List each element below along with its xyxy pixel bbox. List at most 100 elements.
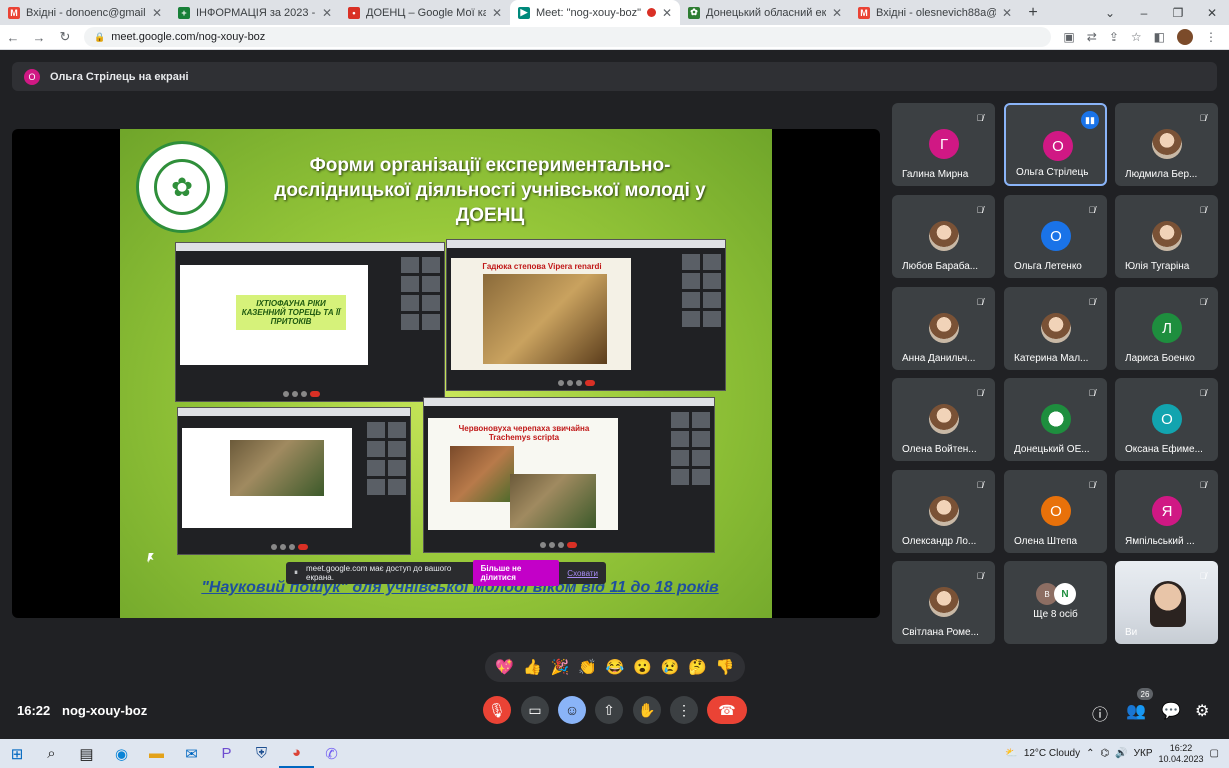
more-options-button[interactable]: ⋮ [670,696,698,724]
tab-favicon-icon: + [178,6,190,19]
taskbar-clock[interactable]: 16:22 10.04.2023 [1159,743,1204,765]
tray-chevron-icon[interactable]: ⌃ [1086,748,1094,759]
tab-search-icon[interactable]: ⌄ [1093,6,1127,20]
browser-tab[interactable]: • ДОЕНЦ – Google Мої карти ✕ [340,0,510,25]
reaction-emoji-button[interactable]: 😮 [633,658,652,676]
participant-tile[interactable]: О ▮▮ Ольга Стрілець [1004,103,1107,186]
reaction-emoji-button[interactable]: 😂 [606,658,625,676]
viber-icon[interactable]: ✆ [314,739,349,768]
reaction-emoji-button[interactable]: 👍 [523,658,542,676]
participant-tile[interactable]: 🎙̸ Катерина Мал... [1004,287,1107,370]
translate-icon[interactable]: ⇄ [1087,30,1097,44]
browser-menu-icon[interactable]: ⋮ [1205,30,1217,44]
forward-icon[interactable]: → [26,30,52,45]
slide-screenshot-3 [177,407,411,555]
drag-handle-icon[interactable]: ⏸ [294,568,298,578]
recording-icon [646,8,656,17]
security-shield-icon[interactable]: ⛨ [244,739,279,768]
reaction-emoji-button[interactable]: 👏 [578,658,597,676]
close-tab-icon[interactable]: ✕ [832,6,842,20]
hide-link[interactable]: Сховати [567,569,598,578]
presenter-banner: О Ольга Стрілець на екрані [12,62,1217,91]
muted-mic-icon: 🎙̸ [1199,297,1207,307]
reaction-emoji-button[interactable]: 💖 [495,658,514,676]
reaction-emoji-button[interactable]: 🎉 [551,658,570,676]
notifications-icon[interactable]: ▢ [1210,748,1219,759]
participant-tile[interactable]: 🎙̸ Світлана Роме... [892,561,995,644]
windows-start-icon[interactable]: ⊞ [0,739,34,768]
chrome-icon[interactable]: ◕ [279,739,314,768]
participant-name: Олександр Ло... [902,536,977,547]
participant-tile[interactable]: 🎙̸ Олена Войтен... [892,378,995,461]
new-tab-button[interactable]: + [1020,0,1046,25]
participant-tile[interactable]: В N Ще 8 осіб [1004,561,1107,644]
tab-title: ІНФОРМАЦІЯ за 2023 - Google [196,6,316,19]
browser-tab[interactable]: + ІНФОРМАЦІЯ за 2023 - Google ✕ [170,0,340,25]
participant-avatar: О [1043,131,1073,161]
browser-tab[interactable]: M Вхідні - olesnevich88a@gmail.co ✕ [850,0,1020,25]
participant-name: Людмила Бер... [1125,169,1198,180]
stop-sharing-button[interactable]: Більше не ділитися [472,560,560,586]
participant-tile[interactable]: 🎙̸ Донецький ОЕ... [1004,378,1107,461]
network-icon[interactable]: ⌬ [1100,748,1109,759]
participant-tile[interactable]: 🎙̸ Анна Данильч... [892,287,995,370]
reload-icon[interactable]: ↻ [52,29,78,45]
file-explorer-icon[interactable]: ▬ [139,739,174,768]
participant-tile[interactable]: 🎙̸ Юлія Тугаріна [1115,195,1218,278]
raise-hand-button[interactable]: ✋ [633,696,661,724]
participant-tile[interactable]: 🎙̸ Олександр Ло... [892,470,995,553]
chat-icon[interactable]: 💬 [1161,701,1181,721]
bookmark-star-icon[interactable]: ☆ [1131,30,1142,44]
end-call-button[interactable]: ☎ [707,696,747,724]
browser-tab[interactable]: ▶ Meet: "nog-xouy-boz" ✕ [510,0,680,25]
participant-tile[interactable]: 🎙̸ Людмила Бер... [1115,103,1218,186]
participant-tile[interactable]: 🎙̸ Любов Бараба... [892,195,995,278]
participant-name: Ви [1125,627,1138,638]
browser-tab[interactable]: ✿ Донецький обласний еколого- ✕ [680,0,850,25]
mic-off-button[interactable]: 🎙 [483,696,511,724]
close-tab-icon[interactable]: ✕ [322,6,332,20]
meeting-clock: 16:22 [17,703,51,718]
activities-icon[interactable]: ⚙ [1195,701,1209,721]
present-screen-button[interactable]: ⇧ [595,696,623,724]
participant-tile[interactable]: О 🎙̸ Олена Штепа [1004,470,1107,553]
participant-tile[interactable]: Л 🎙̸ Лариса Боенко [1115,287,1218,370]
participant-name: Світлана Роме... [902,627,979,638]
meeting-info-icon[interactable]: ⓘ [1092,701,1108,725]
volume-icon[interactable]: 🔊 [1115,748,1127,759]
edge-icon[interactable]: ◉ [104,739,139,768]
close-tab-icon[interactable]: ✕ [1002,6,1012,20]
task-view-icon[interactable]: ▤ [69,739,104,768]
share-icon[interactable]: ⇪ [1109,30,1119,44]
camera-permission-icon[interactable]: ▣ [1063,30,1074,44]
pdf-app-icon[interactable]: P [209,739,244,768]
close-window-button[interactable]: ✕ [1195,6,1229,20]
muted-mic-icon: 🎙̸ [976,113,984,123]
restore-button[interactable]: ❐ [1161,6,1195,20]
participant-tile[interactable]: Я 🎙̸ Ямпільський ... [1115,470,1218,553]
close-tab-icon[interactable]: ✕ [662,6,672,20]
search-icon[interactable]: ⌕ [34,739,69,768]
reaction-emoji-button[interactable]: 😢 [661,658,680,676]
url-field[interactable]: 🔒 meet.google.com/nog-xouy-boz [84,27,1052,47]
participant-tile[interactable]: 🎙̸ Ви [1115,561,1218,644]
camera-button[interactable]: ▭ [521,696,549,724]
weather-text[interactable]: 12°C Cloudy [1024,748,1080,759]
profile-avatar[interactable] [1177,29,1193,45]
muted-mic-icon: 🎙̸ [976,388,984,398]
reaction-emoji-button[interactable]: 👎 [716,658,735,676]
participant-tile[interactable]: Г 🎙̸ Галина Мирна [892,103,995,186]
browser-tab[interactable]: M Вхідні - donoenc@gmail.com - G ✕ [0,0,170,25]
close-tab-icon[interactable]: ✕ [152,6,162,20]
minimize-button[interactable]: – [1127,6,1161,20]
reaction-emoji-button[interactable]: 🤔 [688,658,707,676]
mail-icon[interactable]: ✉ [174,739,209,768]
close-tab-icon[interactable]: ✕ [492,6,502,20]
reactions-button[interactable]: ☺ [558,696,586,724]
people-icon[interactable]: 👥 [1126,701,1146,721]
back-icon[interactable]: ← [0,30,26,45]
side-panel-icon[interactable]: ◧ [1154,30,1165,44]
participant-tile[interactable]: О 🎙̸ Ольга Летенко [1004,195,1107,278]
language-indicator[interactable]: УКР [1134,748,1153,759]
participant-tile[interactable]: О 🎙̸ Оксана Ефиме... [1115,378,1218,461]
